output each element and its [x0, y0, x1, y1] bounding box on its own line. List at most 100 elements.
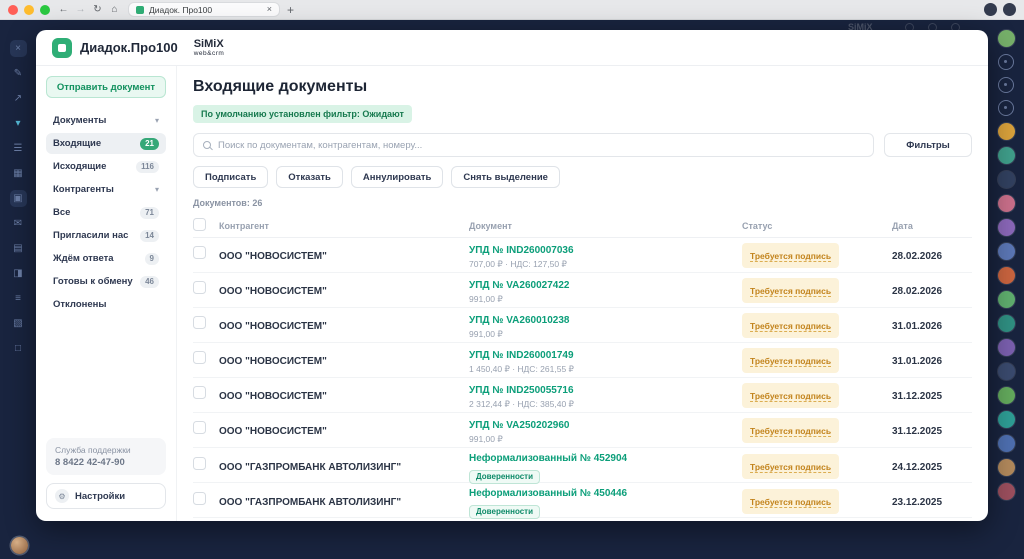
contact-avatar[interactable] [997, 123, 1015, 140]
mail-icon[interactable]: ✉ [10, 215, 27, 232]
new-tab-button[interactable]: + [287, 4, 294, 16]
filter-icon[interactable]: ▾ [10, 115, 27, 132]
document-link[interactable]: УПД № IND260001749 [469, 350, 574, 361]
document-link[interactable]: УПД № VA260010238 [469, 315, 569, 326]
document-link[interactable]: УПД № IND260007036 [469, 245, 574, 256]
sidebar-group[interactable]: Документы ▾ [46, 110, 166, 131]
row-checkbox[interactable] [193, 492, 206, 505]
forward-icon[interactable]: → [74, 4, 87, 15]
sidebar-item[interactable]: Исходящие 116 [46, 156, 166, 177]
row-checkbox[interactable] [193, 281, 206, 294]
document-link[interactable]: Неформализованный № 450446 [469, 488, 627, 499]
action-button[interactable]: Отказать [276, 166, 343, 188]
contact-avatar[interactable] [997, 171, 1015, 188]
contact-avatar[interactable] [997, 435, 1015, 452]
list-icon[interactable]: ≡ [10, 290, 27, 307]
count-badge: 116 [136, 160, 159, 173]
tab-close-icon[interactable]: × [267, 5, 272, 14]
chevron-down-icon: ▾ [154, 116, 159, 125]
contact-avatar[interactable] [997, 339, 1015, 356]
sidebar-group[interactable]: Контрагенты ▾ [46, 179, 166, 200]
home-icon[interactable]: ⌂ [108, 4, 121, 15]
contact-avatar[interactable] [997, 195, 1015, 212]
history-icon[interactable] [998, 100, 1014, 116]
status-badge[interactable]: Требуется подпись [742, 453, 840, 479]
status-badge[interactable]: Требуется подпись [742, 277, 840, 303]
sidebar-item[interactable]: Пригласили нас 14 [46, 225, 166, 246]
panel-icon[interactable]: ▣ [9, 190, 27, 207]
close-window-button[interactable] [8, 4, 18, 15]
action-button[interactable]: Подписать [193, 166, 269, 188]
share-icon[interactable]: ↗ [10, 90, 27, 107]
sidebar-item[interactable]: Ждём ответа 9 [46, 248, 166, 269]
bookmarks-icon[interactable] [998, 77, 1014, 93]
table-row[interactable]: ООО "НОВОСИСТЕМ" УПД № VA260010238 991,00 … [193, 308, 972, 343]
contact-avatar[interactable] [997, 315, 1015, 332]
action-button[interactable]: Снять выделение [451, 166, 560, 188]
edit-icon[interactable]: ✎ [10, 65, 27, 82]
table-row[interactable]: ООО "НОВОСИСТЕМ" УПД № IND260001749 1 450,… [193, 343, 972, 378]
close-icon[interactable]: × [9, 40, 27, 57]
row-checkbox[interactable] [193, 246, 206, 259]
support-phone: 8 8422 42-47-90 [55, 457, 125, 468]
document-link[interactable]: УПД № VA260027422 [469, 280, 569, 291]
status-badge[interactable]: Требуется подпись [742, 382, 840, 408]
contact-avatar[interactable] [997, 243, 1015, 260]
table-row[interactable]: ООО "НОВОСИСТЕМ" УПД № VA250202960 991,00 … [193, 413, 972, 448]
status-badge[interactable]: Требуется подпись [742, 242, 840, 268]
menu-icon[interactable]: ☰ [10, 140, 27, 157]
search-input[interactable] [218, 139, 864, 151]
sidebar-item[interactable]: Все 71 [46, 202, 166, 223]
minimize-window-button[interactable] [24, 4, 34, 15]
reload-icon[interactable]: ↻ [91, 4, 104, 15]
sidebar-item[interactable]: Готовы к обмену 46 [46, 271, 166, 292]
notifications-icon[interactable] [998, 54, 1014, 70]
status-badge[interactable]: Требуется подпись [742, 347, 840, 373]
document-link[interactable]: УПД № VA250202960 [469, 420, 569, 431]
contact-avatar[interactable] [997, 387, 1015, 404]
filters-button[interactable]: Фильтры [884, 133, 972, 157]
select-all-checkbox[interactable] [193, 218, 206, 231]
document-date: 28.02.2026 [892, 286, 943, 297]
document-link[interactable]: УПД № IND250055716 [469, 385, 574, 396]
contact-avatar[interactable] [997, 291, 1015, 308]
table-row[interactable]: ООО "ГАЗПРОМБАНК АВТОЛИЗИНГ" Неформализов… [193, 448, 972, 484]
row-checkbox[interactable] [193, 351, 206, 364]
contact-avatar[interactable] [997, 459, 1015, 476]
contact-avatar[interactable] [997, 363, 1015, 380]
row-checkbox[interactable] [193, 386, 206, 399]
table-row[interactable]: ООО "НОВОСИСТЕМ" УПД № IND250055716 2 312,… [193, 378, 972, 413]
profile-avatar[interactable] [997, 30, 1015, 47]
row-checkbox[interactable] [193, 316, 206, 329]
browser-tab[interactable]: Диадок. Про100 × [128, 2, 280, 17]
table-row[interactable]: ООО "ГАЗПРОМБАНК АВТОЛИЗИНГ" Неформализов… [193, 483, 972, 519]
row-checkbox[interactable] [193, 421, 206, 434]
document-link[interactable]: Неформализованный № 452904 [469, 453, 627, 464]
zoom-window-button[interactable] [40, 4, 50, 15]
grid-icon[interactable]: ▦ [10, 165, 27, 182]
action-button[interactable]: Аннулировать [350, 166, 444, 188]
pattern-icon[interactable]: ▧ [10, 315, 27, 332]
status-badge[interactable]: Требуется подпись [742, 417, 840, 443]
square-icon[interactable]: □ [10, 340, 27, 357]
row-checkbox[interactable] [193, 457, 206, 470]
profile-icon[interactable] [1003, 3, 1016, 16]
contact-avatar[interactable] [997, 219, 1015, 236]
status-badge[interactable]: Требуется подпись [742, 312, 840, 338]
split-icon[interactable]: ◨ [10, 265, 27, 282]
document-icon[interactable]: ▤ [10, 240, 27, 257]
sidebar-item[interactable]: Отклонены [46, 294, 166, 315]
sidebar-item[interactable]: Входящие 21 [46, 133, 166, 154]
extension-icon[interactable] [984, 3, 997, 16]
contact-avatar[interactable] [997, 411, 1015, 428]
table-row[interactable]: ООО "НОВОСИСТЕМ" УПД № IND260007036 707,00… [193, 238, 972, 273]
status-badge[interactable]: Требуется подпись [742, 488, 840, 514]
contact-avatar[interactable] [997, 147, 1015, 164]
contact-avatar[interactable] [997, 483, 1015, 500]
settings-button[interactable]: ⚙ Настройки [46, 483, 166, 509]
table-row[interactable]: ООО "НОВОСИСТЕМ" УПД № VA260027422 991,00 … [193, 273, 972, 308]
back-icon[interactable]: ← [57, 4, 70, 15]
user-avatar[interactable] [11, 537, 28, 554]
send-document-button[interactable]: Отправить документ [46, 76, 166, 98]
contact-avatar[interactable] [997, 267, 1015, 284]
